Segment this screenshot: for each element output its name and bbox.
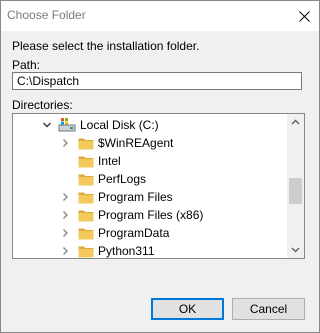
scroll-up-button[interactable] <box>287 114 304 131</box>
tree-item-label: Intel <box>98 154 121 168</box>
cancel-button[interactable]: Cancel <box>232 298 305 320</box>
chevron-right-icon[interactable] <box>59 134 71 152</box>
folder-icon <box>78 210 94 222</box>
instruction-text: Please select the installation folder. <box>12 39 200 53</box>
tree-item-intel[interactable]: Intel <box>13 152 289 170</box>
chevron-down-icon[interactable] <box>41 116 53 134</box>
chevron-right-icon[interactable] <box>59 206 71 224</box>
directory-tree[interactable]: Local Disk (C:) $WinREAgent Intel PerfLo… <box>12 113 305 259</box>
drive-icon <box>58 118 76 132</box>
vertical-scrollbar[interactable] <box>287 114 304 258</box>
tree-item-local-disk[interactable]: Local Disk (C:) <box>13 116 289 134</box>
folder-icon <box>78 228 94 240</box>
folder-icon <box>78 174 94 186</box>
tree-item-program-files[interactable]: Program Files <box>13 188 289 206</box>
chevron-right-icon[interactable] <box>59 188 71 206</box>
path-label: Path: <box>12 58 41 72</box>
directories-label: Directories: <box>12 98 73 112</box>
window-title: Choose Folder <box>7 8 86 22</box>
path-input[interactable] <box>12 72 302 90</box>
close-button[interactable] <box>289 1 319 31</box>
close-icon <box>298 10 310 22</box>
folder-icon <box>78 156 94 168</box>
folder-icon <box>78 246 94 258</box>
tree-item-label: Local Disk (C:) <box>80 118 159 132</box>
tree-item-label: Program Files <box>98 190 173 204</box>
tree-item-program-files-x86[interactable]: Program Files (x86) <box>13 206 289 224</box>
tree-item-perflogs[interactable]: PerfLogs <box>13 170 289 188</box>
tree-item-winreagent[interactable]: $WinREAgent <box>13 134 289 152</box>
tree-item-label: Python311 <box>98 244 155 258</box>
chevron-up-icon <box>291 119 300 125</box>
folder-icon <box>78 138 94 150</box>
chevron-right-icon[interactable] <box>59 224 71 242</box>
title-bar: Choose Folder <box>1 1 319 31</box>
tree-item-label: PerfLogs <box>98 172 147 186</box>
tree-item-python311[interactable]: Python311 <box>13 242 289 258</box>
tree-item-label: $WinREAgent <box>98 136 174 150</box>
chevron-right-icon[interactable] <box>59 242 71 258</box>
chevron-down-icon <box>291 247 300 253</box>
tree-item-programdata[interactable]: ProgramData <box>13 224 289 242</box>
ok-button[interactable]: OK <box>151 298 224 320</box>
folder-icon <box>78 192 94 204</box>
tree-item-label: Program Files (x86) <box>98 208 204 222</box>
choose-folder-dialog: Choose Folder Please select the installa… <box>0 0 320 333</box>
tree-item-label: ProgramData <box>98 226 170 240</box>
scrollbar-thumb[interactable] <box>289 178 302 204</box>
scroll-down-button[interactable] <box>287 241 304 258</box>
